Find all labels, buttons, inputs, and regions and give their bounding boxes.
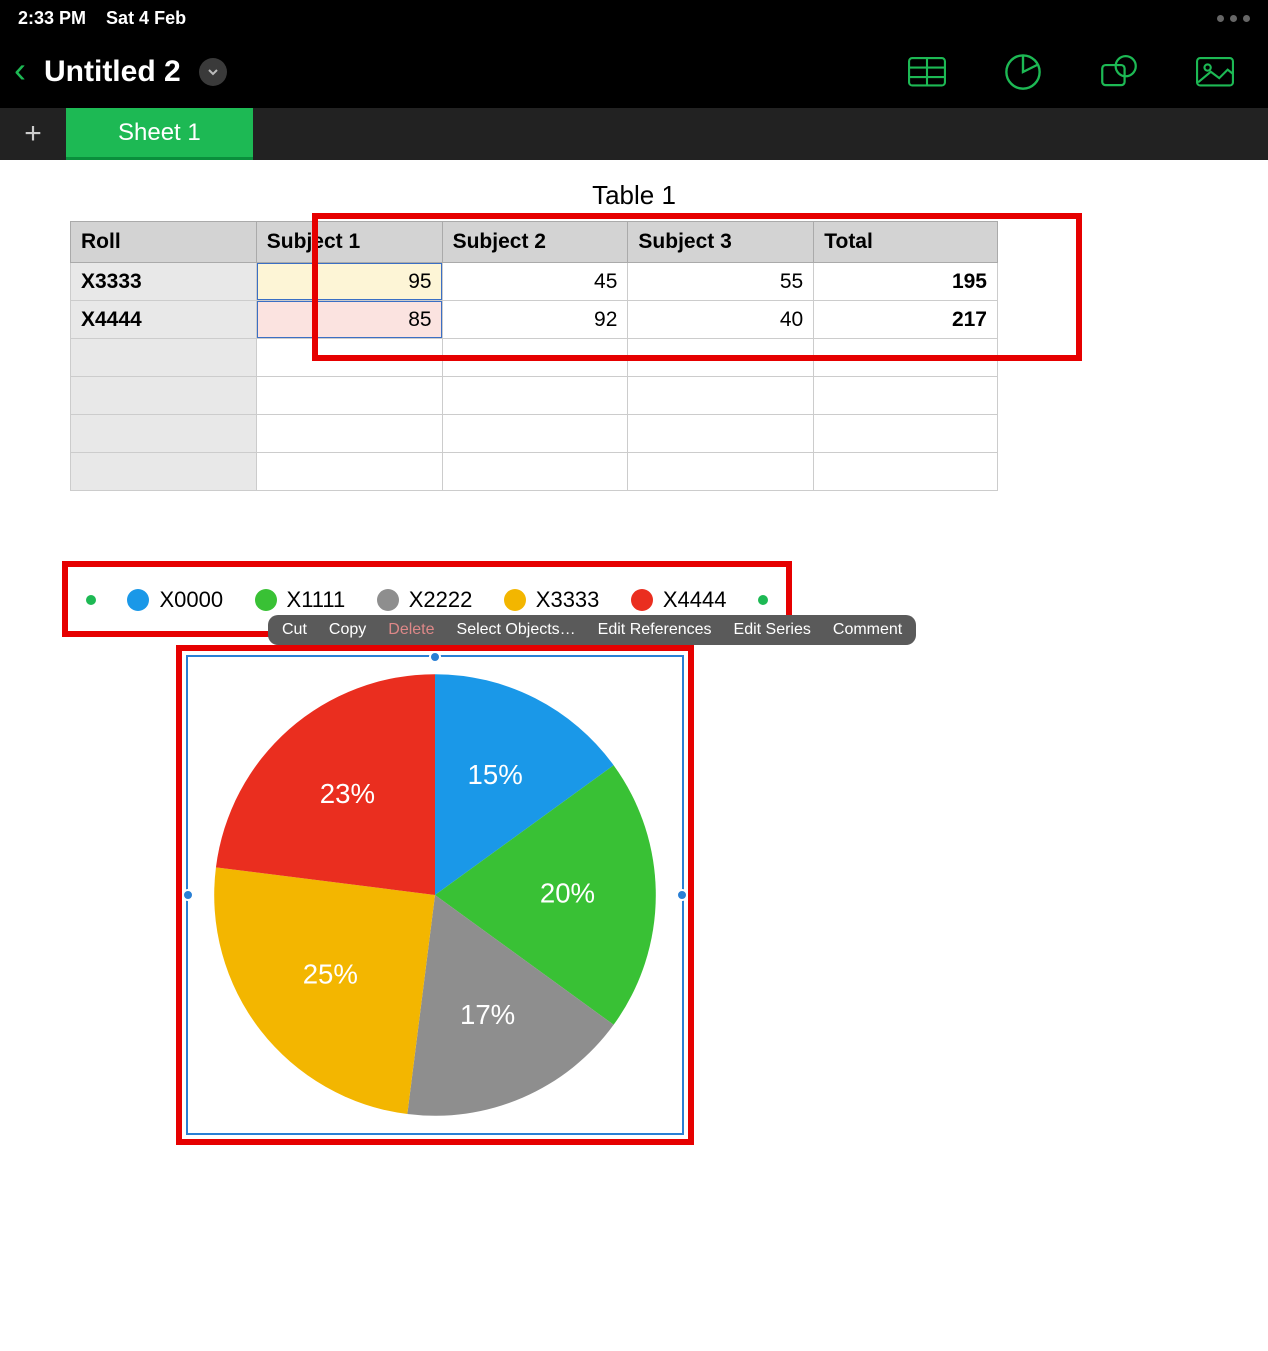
context-menu: Cut Copy Delete Select Objects… Edit Ref… bbox=[268, 615, 916, 645]
col-header[interactable]: Roll bbox=[71, 222, 257, 263]
table-row[interactable] bbox=[71, 415, 998, 453]
status-ellipsis[interactable] bbox=[1217, 15, 1250, 22]
legend-swatch bbox=[255, 589, 277, 611]
insert-chart-button[interactable] bbox=[1004, 57, 1042, 87]
selection-handle[interactable] bbox=[429, 651, 441, 663]
col-header[interactable]: Subject 2 bbox=[442, 222, 628, 263]
legend-swatch bbox=[631, 589, 653, 611]
legend-label: X0000 bbox=[159, 587, 223, 613]
selection-handle[interactable] bbox=[86, 595, 96, 605]
table-row[interactable]: X3333 95 45 55 195 bbox=[71, 263, 998, 301]
chart-legend[interactable]: X0000 X1111 X2222 X3333 X4444 bbox=[86, 587, 768, 613]
table-row[interactable] bbox=[71, 377, 998, 415]
legend-label: X3333 bbox=[536, 587, 600, 613]
status-bar: 2:33 PM Sat 4 Feb bbox=[0, 0, 1268, 36]
cell[interactable]: 95 bbox=[256, 263, 442, 301]
chart-annotation-box: 15% 20% 17% 25% 23% bbox=[176, 645, 694, 1145]
legend-label: X1111 bbox=[287, 587, 346, 613]
cell[interactable]: 40 bbox=[628, 301, 814, 339]
title-bar: ‹ Untitled 2 bbox=[0, 36, 1268, 108]
menu-item-edit-series[interactable]: Edit Series bbox=[734, 621, 811, 639]
table-title[interactable]: Table 1 bbox=[0, 180, 1268, 211]
table-wrap: Roll Subject 1 Subject 2 Subject 3 Total… bbox=[70, 221, 998, 491]
table-row[interactable] bbox=[71, 453, 998, 491]
table-row[interactable]: X4444 85 92 40 217 bbox=[71, 301, 998, 339]
menu-item-comment[interactable]: Comment bbox=[833, 621, 902, 639]
pie-slice-label: 15% bbox=[468, 759, 523, 790]
legend-swatch bbox=[377, 589, 399, 611]
cell-total[interactable]: 217 bbox=[814, 301, 998, 339]
legend-item[interactable]: X4444 bbox=[631, 587, 727, 613]
chevron-down-icon bbox=[207, 66, 219, 78]
cell-roll[interactable]: X4444 bbox=[71, 301, 257, 339]
chart-selection[interactable]: 15% 20% 17% 25% 23% bbox=[186, 655, 684, 1135]
menu-item-edit-references[interactable]: Edit References bbox=[598, 621, 712, 639]
status-time: 2:33 PM bbox=[18, 8, 86, 28]
pie-chart[interactable]: 15% 20% 17% 25% 23% bbox=[205, 665, 665, 1125]
legend-item[interactable]: X1111 bbox=[255, 587, 346, 613]
insert-shape-button[interactable] bbox=[1100, 57, 1138, 87]
table-row[interactable] bbox=[71, 339, 998, 377]
selection-handle[interactable] bbox=[676, 889, 688, 901]
title-dropdown[interactable] bbox=[199, 58, 227, 86]
legend-swatch bbox=[504, 589, 526, 611]
col-header[interactable]: Subject 1 bbox=[256, 222, 442, 263]
pie-slice-label: 25% bbox=[303, 958, 358, 989]
legend-label: X2222 bbox=[409, 587, 473, 613]
legend-item[interactable]: X2222 bbox=[377, 587, 473, 613]
legend-item[interactable]: X3333 bbox=[504, 587, 600, 613]
status-date: Sat 4 Feb bbox=[106, 8, 186, 28]
insert-media-button[interactable] bbox=[1196, 57, 1234, 87]
document-title[interactable]: Untitled 2 bbox=[44, 55, 181, 89]
legend-swatch bbox=[127, 589, 149, 611]
canvas[interactable]: Table 1 Roll Subject 1 Subject 2 Subject… bbox=[0, 160, 1268, 1185]
spreadsheet-table[interactable]: Roll Subject 1 Subject 2 Subject 3 Total… bbox=[70, 221, 998, 491]
sheet-tab-active[interactable]: Sheet 1 bbox=[66, 108, 253, 160]
legend-item[interactable]: X0000 bbox=[127, 587, 223, 613]
cell[interactable]: 55 bbox=[628, 263, 814, 301]
tab-bar: + Sheet 1 bbox=[0, 108, 1268, 160]
menu-item-cut[interactable]: Cut bbox=[282, 621, 307, 639]
menu-item-copy[interactable]: Copy bbox=[329, 621, 366, 639]
col-header[interactable]: Subject 3 bbox=[628, 222, 814, 263]
pie-slice-label: 17% bbox=[460, 999, 515, 1030]
cell[interactable]: 85 bbox=[256, 301, 442, 339]
back-button[interactable]: ‹ bbox=[14, 52, 26, 92]
cell-roll[interactable]: X3333 bbox=[71, 263, 257, 301]
legend-annotation-box: X0000 X1111 X2222 X3333 X4444 Cut Copy bbox=[62, 561, 792, 637]
cell[interactable]: 92 bbox=[442, 301, 628, 339]
col-header[interactable]: Total bbox=[814, 222, 998, 263]
pie-slice-label: 23% bbox=[320, 778, 375, 809]
pie-slice[interactable] bbox=[214, 867, 435, 1114]
cell-total[interactable]: 195 bbox=[814, 263, 998, 301]
add-sheet-button[interactable]: + bbox=[0, 108, 66, 160]
selection-handle[interactable] bbox=[182, 889, 194, 901]
menu-item-select-objects[interactable]: Select Objects… bbox=[457, 621, 576, 639]
cell[interactable]: 45 bbox=[442, 263, 628, 301]
menu-item-delete[interactable]: Delete bbox=[388, 621, 434, 639]
sheet-tab-label: Sheet 1 bbox=[118, 119, 201, 147]
insert-table-button[interactable] bbox=[908, 57, 946, 87]
legend-label: X4444 bbox=[663, 587, 727, 613]
selection-handle[interactable] bbox=[758, 595, 768, 605]
pie-slice-label: 20% bbox=[540, 877, 595, 908]
